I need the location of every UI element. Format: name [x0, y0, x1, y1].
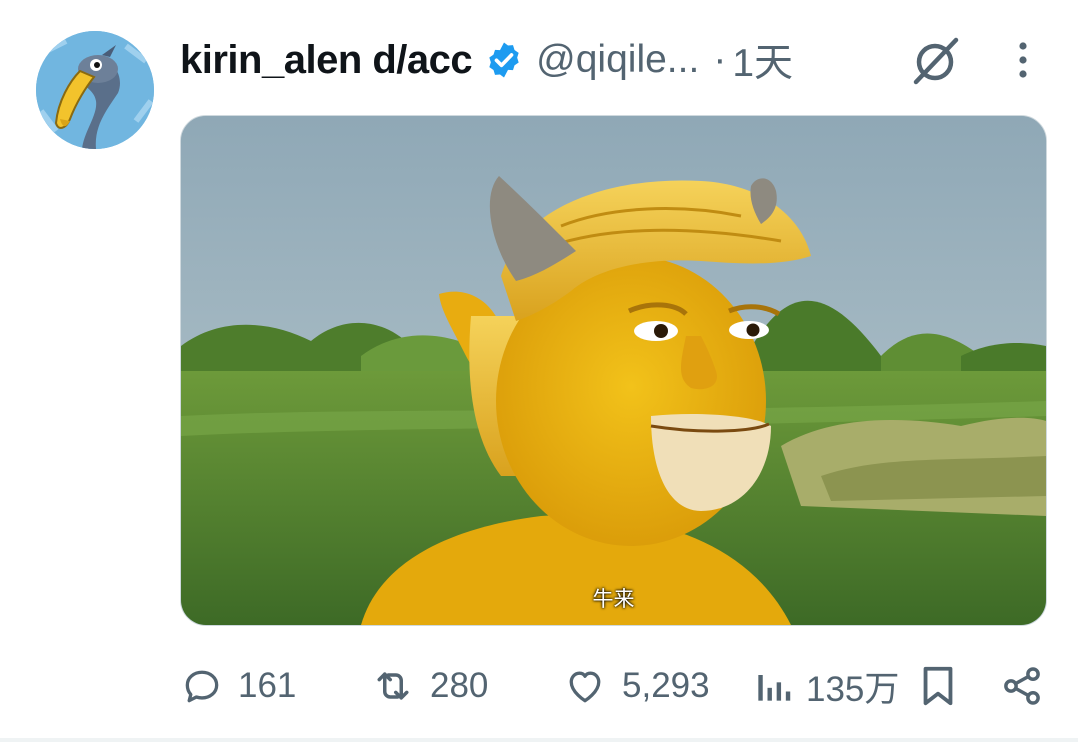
share-icon [1004, 667, 1040, 705]
bar-chart-icon [758, 675, 791, 701]
grok-icon[interactable] [908, 34, 962, 88]
tweet-actions-bar: 161 280 5,293 135万 [180, 656, 1046, 716]
heart-icon [569, 671, 601, 703]
reply-icon [185, 670, 219, 703]
like-button[interactable]: 5,293 [562, 656, 710, 716]
video-subtitle: 牛来 [592, 587, 635, 611]
reply-count: 161 [238, 666, 297, 705]
user-handle[interactable]: @qiqile... [536, 38, 699, 82]
verified-badge-icon[interactable] [484, 40, 524, 80]
repost-count: 280 [430, 666, 489, 705]
bookmark-button[interactable] [918, 656, 958, 716]
timestamp[interactable]: 1天 [732, 32, 793, 88]
more-options-icon[interactable] [1008, 38, 1038, 82]
bookmark-icon [923, 666, 953, 706]
separator-dot: · [713, 38, 727, 81]
avatar[interactable] [36, 31, 154, 149]
shoebill-avatar-image [36, 31, 154, 149]
display-name[interactable]: kirin_alen d/acc [180, 38, 473, 83]
repost-button[interactable]: 280 [370, 656, 488, 716]
repost-icon [377, 672, 409, 700]
tweet-media-image[interactable]: 牛来 [180, 115, 1047, 626]
cartoon-character-illustration [181, 116, 1046, 625]
share-button[interactable] [1000, 656, 1044, 716]
views-button[interactable]: 135万 [754, 656, 899, 716]
like-count: 5,293 [622, 666, 710, 705]
divider [0, 738, 1078, 742]
reply-button[interactable]: 161 [180, 656, 296, 716]
view-count: 135万 [806, 669, 900, 709]
tweet-header: kirin_alen d/acc @qiqile... · 1天 [180, 30, 793, 90]
